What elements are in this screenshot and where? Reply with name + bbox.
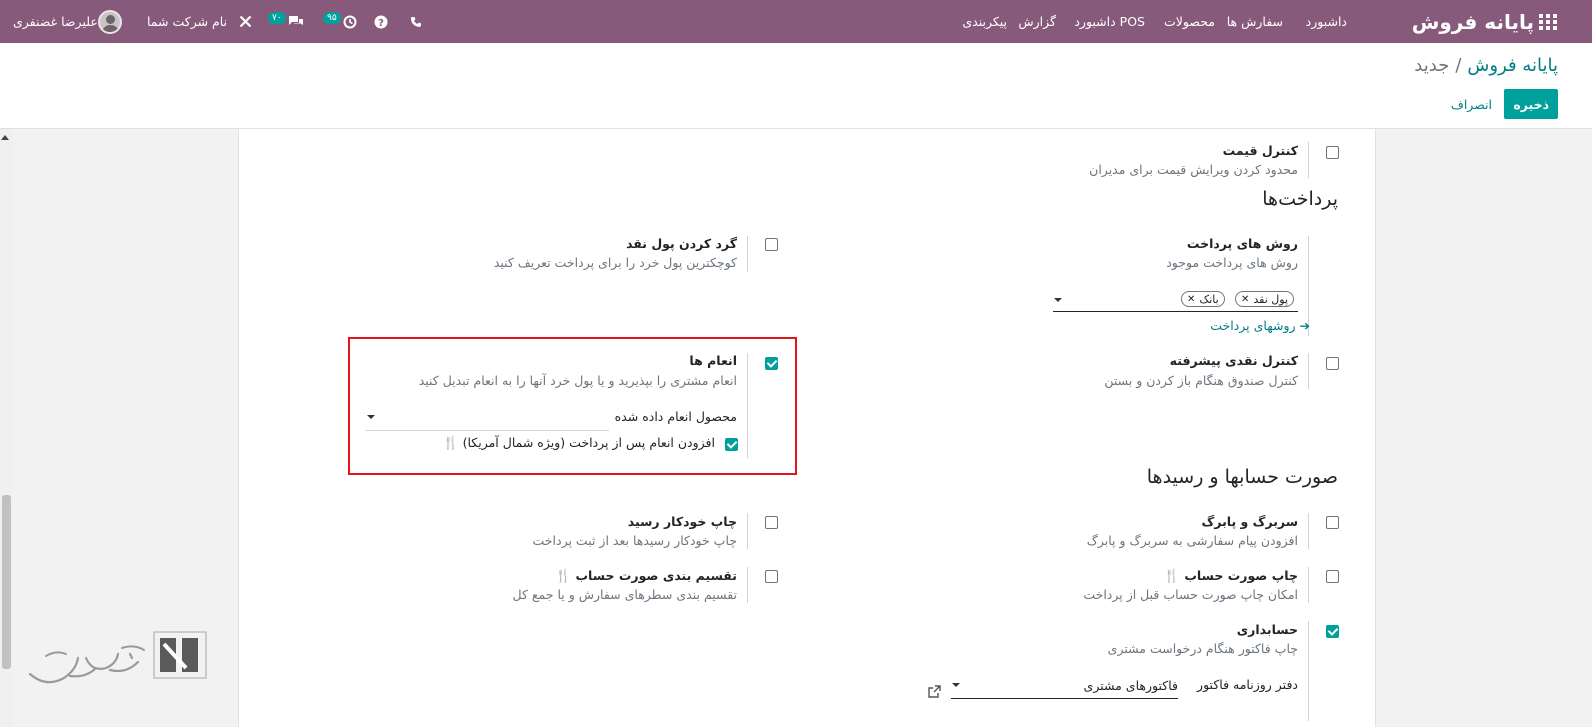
top-navbar: پایانه فروش داشبورد سفارش ها محصولات داش…: [0, 0, 1592, 43]
invoice-journal-field[interactable]: [951, 698, 1178, 699]
breadcrumb-parent[interactable]: پایانه فروش: [1467, 55, 1558, 76]
restaurant-icon: 🍴: [1163, 569, 1181, 584]
external-link-icon[interactable]: [928, 683, 941, 702]
messages-menu[interactable]: ۷۰: [268, 0, 304, 43]
bills-section-title: صورت حسابها و رسیدها: [1146, 466, 1338, 488]
auto-print-label: چاپ خودکار رسید: [627, 514, 737, 529]
user-menu[interactable]: علیرضا غضنفری: [13, 0, 98, 43]
restaurant-icon: 🍴: [554, 569, 572, 584]
svg-text:?: ?: [378, 18, 384, 29]
activity-menu[interactable]: ۹۵: [323, 0, 357, 43]
apps-icon[interactable]: [1539, 0, 1557, 43]
menu-dashboard[interactable]: داشبورد: [1306, 0, 1347, 43]
divider: [1308, 353, 1309, 389]
cash-rounding-label: گرد کردن پول نقد: [626, 236, 737, 251]
divider: [747, 567, 748, 603]
print-bill-label: چاپ صورت حساب: [1184, 568, 1298, 583]
split-bill-checkbox[interactable]: [765, 570, 778, 583]
breadcrumb: پایانه فروش/جدید: [1414, 55, 1558, 76]
print-bill-checkbox[interactable]: [1326, 570, 1339, 583]
tag-label: بانک: [1199, 292, 1219, 306]
scroll-up-arrow[interactable]: [1, 135, 9, 140]
price-control-label: کنترل قیمت: [1222, 143, 1298, 158]
menu-orders[interactable]: سفارش ها: [1227, 0, 1283, 43]
split-bill-desc: تقسیم بندی سطرهای سفارش و یا جمع کل: [512, 587, 737, 602]
clock-icon: [343, 15, 357, 28]
header-footer-desc: افزودن پیام سفارشی به سربرگ و پابرگ: [1086, 533, 1298, 548]
menu-pos-dashboard[interactable]: داشبورد POS: [1074, 0, 1145, 43]
payment-methods-label: روش های پرداخت: [1186, 236, 1298, 251]
print-bill-desc: امکان چاپ صورت حساب قبل از پرداخت: [1083, 587, 1298, 602]
payment-methods-desc: روش های پرداخت موجود: [1166, 255, 1298, 270]
discard-button[interactable]: انصراف: [1443, 89, 1500, 119]
auto-print-desc: چاپ خودکار رسیدها بعد از ثبت پرداخت: [532, 533, 737, 548]
control-panel: پایانه فروش/جدید ذخیره انصراف: [0, 43, 1592, 129]
help-icon[interactable]: ?: [374, 0, 388, 43]
menu-reporting[interactable]: گزارش: [1018, 0, 1056, 43]
divider: [1308, 567, 1309, 603]
split-bill-row: تقسیم بندی صورت حساب 🍴: [552, 568, 737, 584]
background-right: [1376, 129, 1592, 727]
advanced-cash-label: کنترل نقدی پیشرفته: [1169, 353, 1298, 368]
auto-print-checkbox[interactable]: [765, 516, 778, 529]
accounting-checkbox[interactable]: [1326, 625, 1339, 638]
price-control-checkbox[interactable]: [1326, 146, 1339, 159]
scroll-thumb[interactable]: [2, 495, 11, 669]
save-button[interactable]: ذخیره: [1504, 89, 1558, 119]
avatar[interactable]: [98, 0, 122, 43]
arrow-right-icon: ➔: [1299, 318, 1310, 333]
chat-icon: [288, 16, 303, 25]
print-bill-row: چاپ صورت حساب 🍴: [1161, 568, 1298, 584]
tag-label: پول نقد: [1253, 292, 1289, 306]
advanced-cash-desc: کنترل صندوق هنگام باز کردن و بستن: [1104, 373, 1298, 388]
messages-count-badge: ۷۰: [268, 11, 286, 24]
payments-section-title: پرداخت‌ها: [1262, 188, 1338, 210]
price-control-desc: محدود کردن ویرایش قیمت برای مدیران: [1089, 162, 1298, 177]
menu-configuration[interactable]: پیکربندی: [962, 0, 1007, 43]
payment-methods-field[interactable]: [1053, 311, 1298, 312]
advanced-cash-checkbox[interactable]: [1326, 357, 1339, 370]
divider: [747, 513, 748, 549]
payment-methods-link[interactable]: ➔ روشهای پرداخت: [1210, 318, 1310, 333]
chevron-down-icon[interactable]: [1054, 298, 1062, 302]
remove-tag-icon[interactable]: ✕: [1241, 294, 1249, 305]
highlight-box: [348, 337, 797, 475]
cash-rounding-desc: کوچکترین پول خرد را برای پرداخت تعریف کن…: [493, 255, 737, 270]
invoice-journal-label: دفتر روزنامه فاکتور: [1197, 677, 1298, 692]
watermark-logo: [26, 628, 211, 692]
remove-tag-icon[interactable]: ✕: [1187, 294, 1195, 305]
phone-icon[interactable]: [410, 0, 422, 43]
divider: [1308, 621, 1309, 721]
header-footer-checkbox[interactable]: [1326, 516, 1339, 529]
payment-method-tag[interactable]: بانک ✕: [1181, 291, 1225, 307]
chevron-down-icon[interactable]: [952, 683, 960, 687]
scrollbar[interactable]: [0, 129, 13, 727]
header-footer-label: سربرگ و پابرگ: [1201, 514, 1298, 529]
breadcrumb-current: جدید: [1414, 55, 1450, 76]
accounting-label: حسابداری: [1236, 622, 1298, 637]
divider: [1308, 142, 1309, 178]
menu-products[interactable]: محصولات: [1164, 0, 1215, 43]
divider: [1308, 513, 1309, 549]
cash-rounding-checkbox[interactable]: [765, 238, 778, 251]
payment-method-tag[interactable]: پول نقد ✕: [1235, 291, 1295, 307]
tools-icon[interactable]: [239, 0, 252, 43]
invoice-journal-value[interactable]: فاکتورهای مشتری: [1084, 678, 1178, 693]
breadcrumb-separator: /: [1455, 55, 1462, 76]
app-title[interactable]: پایانه فروش: [1412, 0, 1534, 43]
activity-count-badge: ۹۵: [323, 11, 341, 24]
company-switcher[interactable]: نام شرکت شما: [147, 0, 227, 43]
accounting-desc: چاپ فاکتور هنگام درخواست مشتری: [1107, 641, 1298, 656]
divider: [747, 236, 748, 272]
split-bill-label: تقسیم بندی صورت حساب: [575, 568, 738, 583]
payment-methods-link-label: روشهای پرداخت: [1210, 318, 1296, 333]
